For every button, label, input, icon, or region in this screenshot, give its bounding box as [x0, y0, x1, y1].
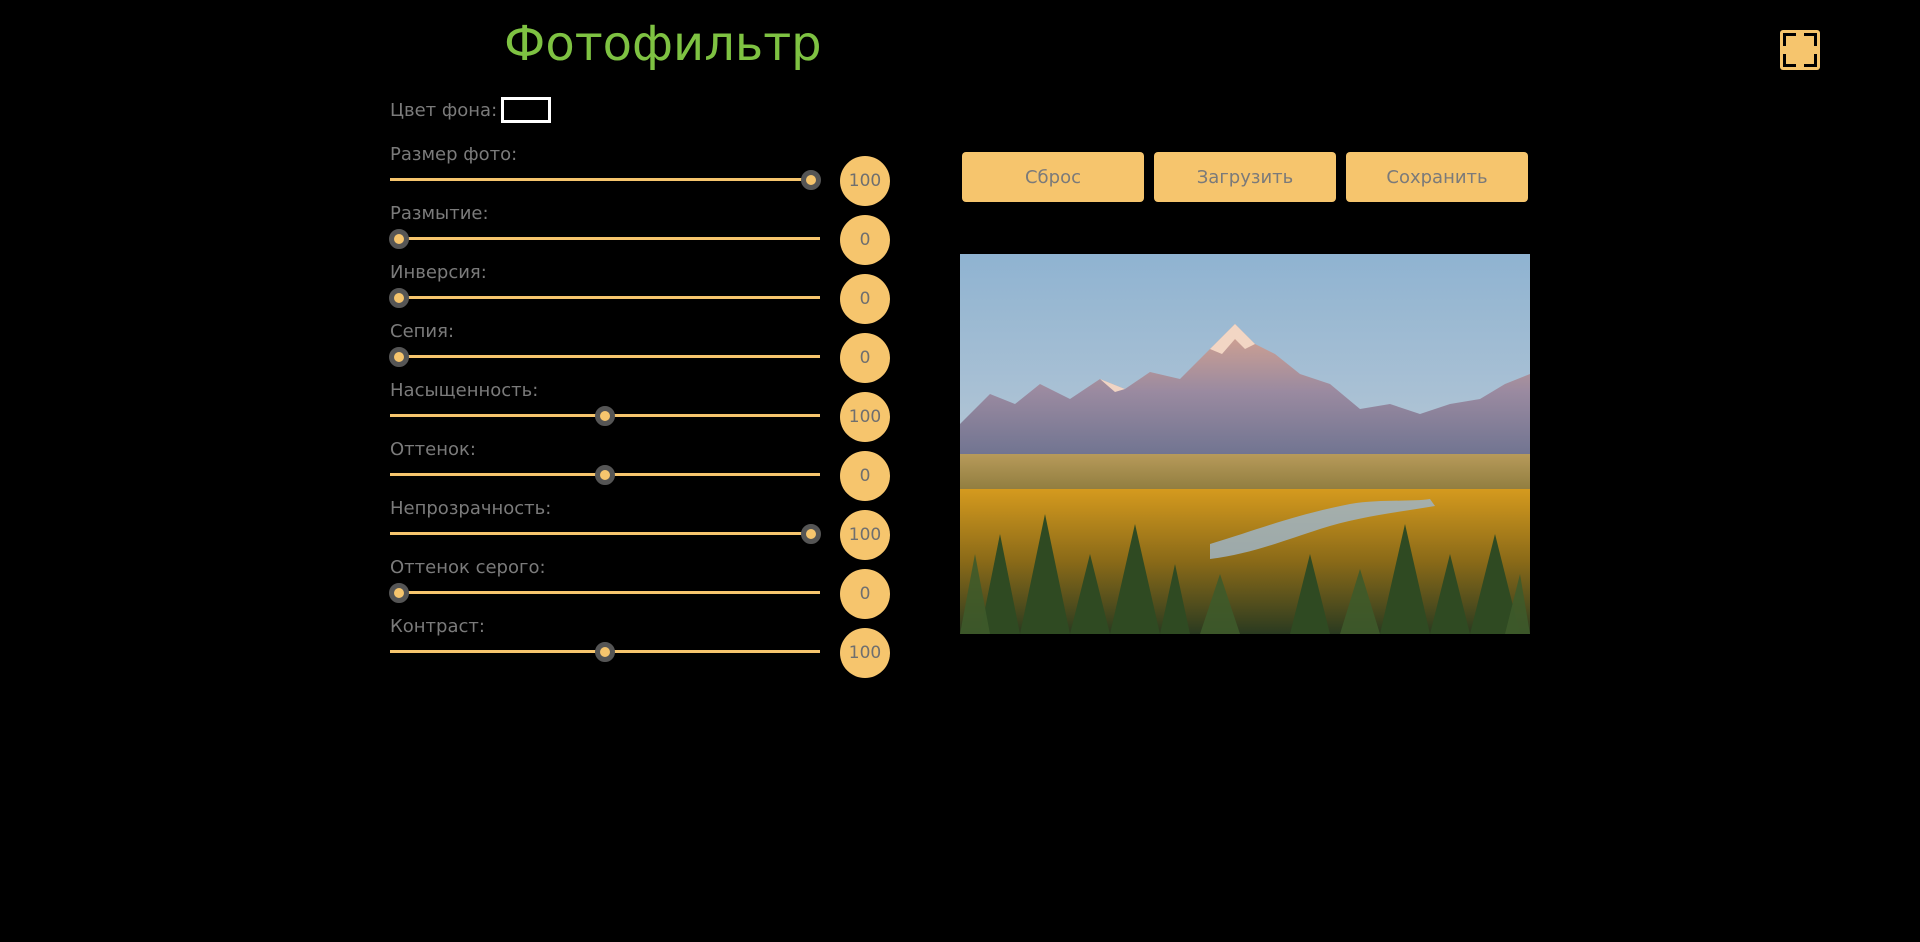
slider-thumb[interactable] [388, 583, 409, 603]
slider-row-opacity: Непрозрачность: 100 [390, 496, 890, 560]
slider-thumb[interactable] [388, 288, 409, 308]
background-color-picker[interactable] [501, 97, 552, 123]
slider-value: 100 [840, 628, 890, 678]
page-title: Фотофильтр [504, 16, 822, 72]
upload-button[interactable]: Загрузить [1154, 152, 1336, 202]
slider-thumb[interactable] [801, 170, 822, 190]
slider-label: Сепия: [390, 321, 455, 342]
slider-row-size: Размер фото: 100 [390, 142, 890, 206]
slider-row-grayscale: Оттенок серого: 0 [388, 555, 890, 619]
slider-track[interactable] [390, 237, 820, 240]
slider-label: Размытие: [390, 203, 489, 224]
slider-value: 0 [840, 333, 890, 383]
slider-value: 100 [840, 156, 890, 206]
slider-thumb[interactable] [388, 347, 409, 367]
slider-thumb[interactable] [801, 524, 822, 544]
slider-track[interactable] [390, 591, 820, 594]
action-buttons: Сброс Загрузить Сохранить [962, 152, 1528, 202]
slider-value: 0 [840, 451, 890, 501]
slider-track[interactable] [390, 178, 820, 181]
photo-preview [960, 254, 1530, 634]
save-button[interactable]: Сохранить [1346, 152, 1528, 202]
slider-track[interactable] [390, 355, 820, 358]
slider-label: Оттенок: [390, 439, 476, 460]
background-color-label: Цвет фона: [390, 99, 498, 121]
background-color-row: Цвет фона: [390, 96, 552, 124]
landscape-image [960, 254, 1530, 634]
slider-row-contrast: Контраст: 100 [390, 614, 890, 678]
slider-row-invert: Инверсия: 0 [388, 260, 890, 324]
slider-value: 0 [840, 569, 890, 619]
slider-thumb[interactable] [595, 642, 615, 662]
slider-thumb[interactable] [595, 406, 615, 426]
slider-thumb[interactable] [595, 465, 615, 485]
slider-row-sepia: Сепия: 0 [388, 319, 890, 383]
slider-label: Насыщенность: [390, 380, 539, 401]
reset-button[interactable]: Сброс [962, 152, 1144, 202]
slider-value: 100 [840, 392, 890, 442]
slider-value: 0 [840, 274, 890, 324]
app: Фотофильтр Цвет фона: Размер фото: 100 Р… [0, 0, 1920, 942]
slider-row-hue: Оттенок: 0 [390, 437, 890, 501]
fullscreen-button[interactable] [1780, 30, 1820, 70]
filter-sliders: Размер фото: 100 Размытие: 0 Инверсия: 0… [388, 142, 890, 678]
slider-value: 0 [840, 215, 890, 265]
slider-label: Оттенок серого: [390, 557, 546, 578]
slider-label: Размер фото: [390, 144, 518, 165]
slider-track[interactable] [390, 532, 820, 535]
slider-label: Непрозрачность: [390, 498, 552, 519]
slider-label: Инверсия: [390, 262, 487, 283]
slider-label: Контраст: [390, 616, 485, 637]
slider-value: 100 [840, 510, 890, 560]
slider-thumb[interactable] [388, 229, 409, 249]
slider-track[interactable] [390, 296, 820, 299]
slider-row-blur: Размытие: 0 [388, 201, 890, 265]
slider-row-saturate: Насыщенность: 100 [390, 378, 890, 442]
